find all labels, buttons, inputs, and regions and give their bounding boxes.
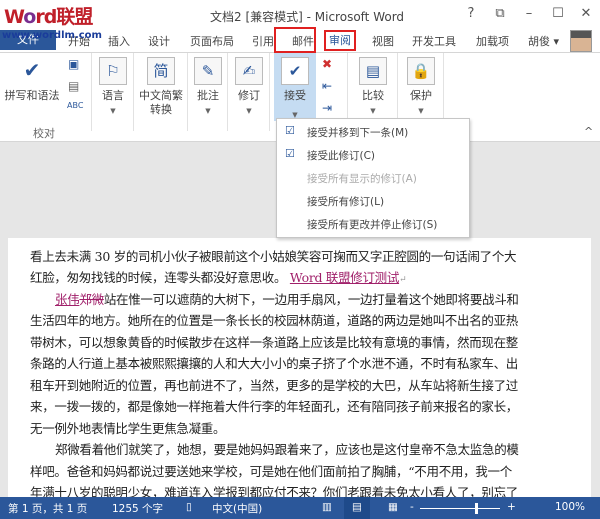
tab-addins[interactable]: 加载项: [476, 33, 509, 49]
compare-button[interactable]: ▤ 比较 ▼: [354, 57, 392, 118]
research-icon[interactable]: ▣: [68, 57, 79, 71]
text-line: 看上去未满 30 岁的司机小伙子被眼前这个小姑娘笑容可掬而又字正腔圆的一句话闹了…: [30, 249, 517, 264]
text-line: 郑微看着他们就笑了，她想，要是她妈妈跟着来了，应该也是这付皇帝不急太监急的模: [55, 442, 519, 457]
close-button[interactable]: ✕: [578, 6, 594, 21]
accept-doc-icon: ☑: [285, 147, 295, 160]
zoom-level[interactable]: 100%: [555, 501, 585, 513]
track-changes-icon: ✍: [235, 57, 263, 85]
zoom-slider-thumb[interactable]: [475, 503, 478, 514]
inserted-revision: 张伟: [55, 292, 80, 307]
protect-label: 保护: [410, 89, 432, 102]
word-count-icon[interactable]: ABC: [67, 101, 83, 110]
proofing-group-label: 校对: [33, 127, 55, 140]
text-line: 租车开到她附近的位置，再也前进不了，当然，更多的是学校的大巴，从车站将新生接了过: [30, 378, 519, 393]
menu-accept-all-stop[interactable]: 接受所有更改并停止修订(S): [307, 217, 437, 232]
chinese-conversion-button[interactable]: 简中文简繁 转换: [136, 57, 186, 117]
user-account[interactable]: 胡俊 ▾: [528, 33, 559, 49]
menu-accept-this[interactable]: 接受此修订(C): [307, 148, 375, 163]
text-run: 站在惟一可以遮荫的大树下，一边用手扇风，一边打量着这个她即将要战斗和: [103, 292, 519, 307]
menu-accept-all[interactable]: 接受所有修订(L): [307, 194, 384, 209]
tab-references[interactable]: 引用: [252, 33, 274, 49]
text-line: 条路的人行道上基本被熙熙攘攘的人和大大小小的桌子挤了个水泄不通，不时有私家车、出: [30, 356, 519, 371]
text-line: 带树木，可以想象黄昏的时候散步在这样一条道路上应该是比较有意境的事情，然而现在整: [30, 335, 519, 350]
tab-developer[interactable]: 开发工具: [412, 33, 456, 49]
chinese-conversion-icon: 简: [147, 57, 175, 85]
accept-button[interactable]: ✔ 接受 ▼: [274, 53, 316, 121]
help-button[interactable]: ?: [463, 6, 479, 21]
tab-layout[interactable]: 页面布局: [190, 33, 234, 49]
text-line: 张伟郑微站在惟一可以遮荫的大树下，一边用手扇风，一边打量着这个她即将要战斗和: [55, 289, 519, 308]
tab-insert[interactable]: 插入: [108, 33, 130, 49]
next-change-icon[interactable]: ⇥: [322, 101, 332, 115]
accept-doc-icon: ✔: [281, 57, 309, 85]
collapse-ribbon-button[interactable]: ^: [584, 125, 593, 138]
track-changes-button[interactable]: ✍ 修订 ▼: [232, 57, 266, 118]
thesaurus-icon[interactable]: ▤: [68, 79, 79, 93]
status-bar: 第 1 页，共 1 页 1255 个字 ▯ 中文(中国) ▥ ▤ ▦ - + 1…: [0, 497, 600, 519]
spell-check-icon: ✔: [23, 58, 41, 82]
reject-icon[interactable]: ✖: [322, 57, 332, 71]
accept-dropdown-menu: ☑ 接受并移到下一条(M) ☑ 接受此修订(C) 接受所有显示的修订(A) 接受…: [276, 118, 470, 238]
spelling-label: 拼写和语法: [4, 89, 60, 102]
language-label: 语言: [102, 89, 124, 102]
text-line: 样吧。爸爸和妈妈都说过要送她来学校，可是她在他们面前拍了胸脯，“不用不用，我一个: [30, 464, 512, 479]
maximize-button[interactable]: ☐: [550, 6, 566, 21]
comment-label: 批注: [197, 89, 219, 102]
zoom-slider[interactable]: [420, 508, 500, 509]
accept-doc-icon: ☑: [285, 124, 295, 137]
chevron-down-icon: ▼: [205, 107, 211, 115]
document-page[interactable]: 看上去未满 30 岁的司机小伙子被眼前这个小姑娘笑容可掬而又字正腔圆的一句话闹了…: [8, 238, 591, 500]
watermark-logo: Word联盟: [4, 6, 93, 28]
text-line: 来，一拨一拨的，都是像她一样拖着大件行李的年轻面孔，还有陪同孩子前来报名的家长，: [30, 399, 519, 414]
spelling-button[interactable]: ✔ 拼写和语法: [4, 57, 60, 103]
comment-button[interactable]: ✎ 批注 ▼: [192, 57, 224, 118]
tab-design[interactable]: 设计: [148, 33, 170, 49]
zoom-out-button[interactable]: -: [410, 501, 414, 513]
text-line: 无一例外地表情比学生更焦急凝重。: [30, 421, 226, 436]
chinese-conversion-label: 中文简繁: [139, 89, 183, 102]
proofing-status-icon[interactable]: ▯: [186, 501, 192, 513]
chevron-down-icon: ▼: [246, 107, 252, 115]
inserted-revision: Word 联盟修订测试: [289, 270, 400, 285]
text-line: 红脸，匆匆找钱的时候，连零头都没好意思收。 Word 联盟修订测试↵: [30, 267, 407, 286]
language-status[interactable]: 中文(中国): [212, 501, 262, 516]
zoom-in-button[interactable]: +: [507, 501, 516, 513]
menu-accept-move-next[interactable]: 接受并移到下一条(M): [307, 125, 408, 140]
window-title: 文档2 [兼容模式] - Microsoft Word: [210, 10, 405, 24]
proofing-group: ✔ 拼写和语法 ▣ ▤ ABC 校对: [0, 53, 92, 140]
minimize-button[interactable]: –: [521, 6, 537, 21]
tab-review[interactable]: 审阅: [324, 30, 356, 51]
title-bar: Word联盟 文档2 [兼容模式] - Microsoft Word ? ⧉ –…: [0, 0, 600, 30]
previous-change-icon[interactable]: ⇤: [322, 79, 332, 93]
comment-icon: ✎: [194, 57, 222, 85]
ribbon-display-button[interactable]: ⧉: [492, 6, 508, 21]
accept-label: 接受: [284, 89, 306, 102]
chevron-down-icon: ▼: [370, 107, 376, 115]
paragraph-mark: ↵: [399, 275, 407, 285]
compare-icon: ▤: [359, 57, 387, 85]
language-button[interactable]: ⚐ 语言 ▼: [96, 57, 130, 118]
chevron-down-icon: ▼: [110, 107, 116, 115]
accept-highlight: [274, 27, 316, 53]
deleted-revision: 郑微: [79, 292, 104, 307]
read-mode-icon[interactable]: ▥: [322, 501, 332, 513]
word-count[interactable]: 1255 个字: [112, 501, 163, 516]
menu-accept-all-shown: 接受所有显示的修订(A): [307, 173, 417, 185]
protect-button[interactable]: 🔒 保护 ▼: [404, 57, 438, 118]
text-line: 生活四年的地方。她所在的位置是一条长长的校园林荫道，道路的两边是她叫不出名的亚热: [30, 313, 519, 328]
track-changes-label: 修订: [238, 89, 260, 102]
print-layout-icon[interactable]: ▤: [344, 497, 370, 519]
compare-label: 比较: [362, 89, 384, 102]
web-layout-icon[interactable]: ▦: [388, 501, 398, 513]
language-icon: ⚐: [99, 57, 127, 85]
chevron-down-icon: ▼: [418, 107, 424, 115]
page-count[interactable]: 第 1 页，共 1 页: [8, 501, 87, 516]
watermark-url: www.wordlm.com: [2, 30, 102, 41]
text-run: 红脸，匆匆找钱的时候，连零头都没好意思收。: [30, 270, 287, 285]
lock-icon: 🔒: [407, 57, 435, 85]
chinese-conversion-label-2: 转换: [150, 103, 172, 116]
avatar[interactable]: [570, 30, 592, 52]
tab-view[interactable]: 视图: [372, 33, 394, 49]
